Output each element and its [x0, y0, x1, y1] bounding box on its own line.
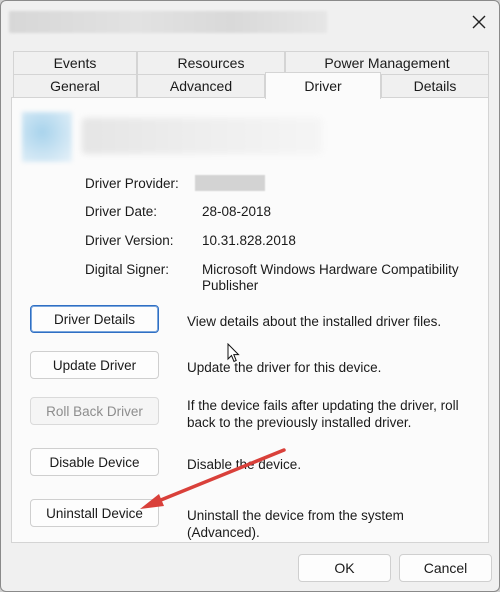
tab-driver[interactable]: Driver — [265, 72, 381, 99]
tab-details[interactable]: Details — [381, 74, 489, 98]
close-button[interactable] — [461, 7, 497, 37]
digital-signer-label: Digital Signer: — [85, 262, 170, 277]
driver-version-label: Driver Version: — [85, 233, 174, 248]
disable-device-description: Disable the device. — [187, 457, 302, 472]
driver-version-value: 10.31.828.2018 — [202, 233, 296, 248]
tab-events[interactable]: Events — [13, 51, 137, 75]
driver-date-value: 28-08-2018 — [202, 204, 272, 219]
tab-general[interactable]: General — [13, 74, 137, 98]
cancel-button[interactable]: Cancel — [399, 554, 492, 582]
driver-provider-label: Driver Provider: — [85, 176, 179, 191]
disable-device-button[interactable]: Disable Device — [30, 448, 159, 476]
device-icon — [22, 112, 72, 162]
uninstall-device-description: Uninstall the device from the system (Ad… — [187, 508, 404, 540]
window-title-redacted — [9, 11, 327, 33]
driver-provider-value-redacted — [195, 175, 265, 191]
driver-details-button[interactable]: Driver Details — [30, 305, 159, 333]
roll-back-driver-button: Roll Back Driver — [30, 397, 159, 425]
driver-date-label: Driver Date: — [85, 204, 158, 219]
mouse-pointer-icon — [227, 343, 240, 363]
digital-signer-value: Microsoft Windows Hardware Compatibility… — [202, 262, 459, 293]
driver-tab-panel: Driver Provider: Driver Date: 28-08-2018… — [11, 97, 489, 543]
close-icon — [472, 15, 486, 29]
uninstall-device-button[interactable]: Uninstall Device — [30, 499, 159, 527]
device-name-redacted — [82, 118, 322, 154]
tab-strip: Events Resources Power Management Genera… — [13, 51, 489, 99]
roll-back-driver-description: If the device fails after updating the d… — [187, 398, 459, 430]
tab-resources[interactable]: Resources — [137, 51, 285, 75]
update-driver-button[interactable]: Update Driver — [30, 351, 159, 379]
tab-advanced[interactable]: Advanced — [137, 74, 265, 98]
driver-properties-dialog: Events Resources Power Management Genera… — [0, 0, 500, 592]
driver-details-description: View details about the installed driver … — [187, 314, 442, 329]
ok-button[interactable]: OK — [298, 554, 391, 582]
